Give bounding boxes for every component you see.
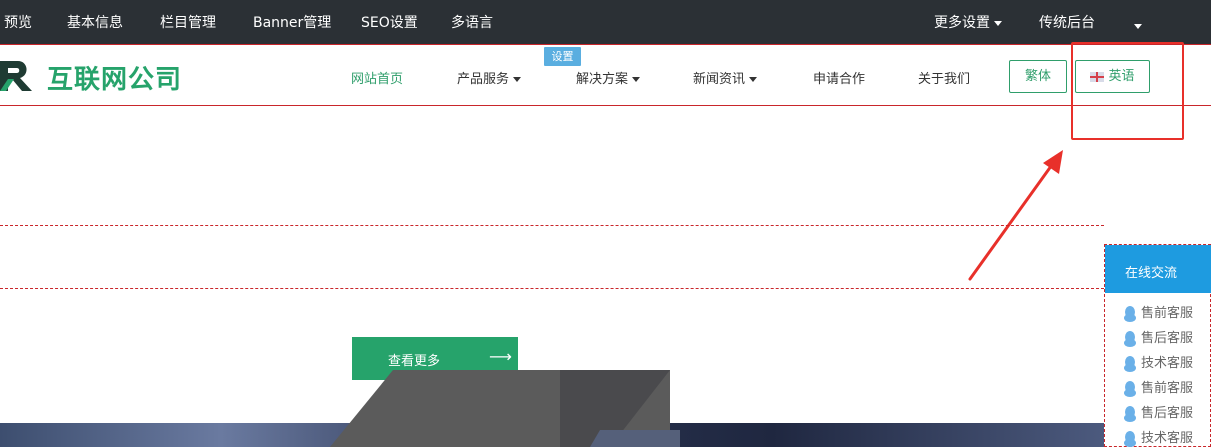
chat-item-label: 技术客服 (1141, 356, 1194, 371)
chat-item-label: 售前客服 (1141, 381, 1194, 396)
online-chat-panel: 在线交流 售前客服 售后客服 技术客服 售前客服 售后客服 技术客服 (1104, 244, 1211, 447)
chat-item[interactable]: 售前客服 (1123, 302, 1193, 322)
chat-item-label: 售后客服 (1141, 331, 1194, 346)
qq-icon (1124, 330, 1136, 347)
chat-item[interactable]: 售前客服 (1123, 377, 1193, 397)
qq-icon (1124, 430, 1136, 447)
chat-item-label: 售前客服 (1141, 306, 1194, 321)
qq-icon (1124, 405, 1136, 422)
qq-icon (1124, 305, 1136, 322)
chat-item[interactable]: 技术客服 (1123, 427, 1193, 447)
chat-item[interactable]: 售后客服 (1123, 402, 1193, 422)
qq-icon (1124, 355, 1136, 372)
chat-item[interactable]: 技术客服 (1123, 352, 1193, 372)
banner-decoration (330, 370, 680, 447)
chat-title: 在线交流 (1105, 245, 1211, 293)
chat-item[interactable]: 售后客服 (1123, 327, 1193, 347)
chat-item-label: 售后客服 (1141, 406, 1194, 421)
qq-icon (1124, 380, 1136, 397)
chat-item-label: 技术客服 (1141, 431, 1194, 446)
